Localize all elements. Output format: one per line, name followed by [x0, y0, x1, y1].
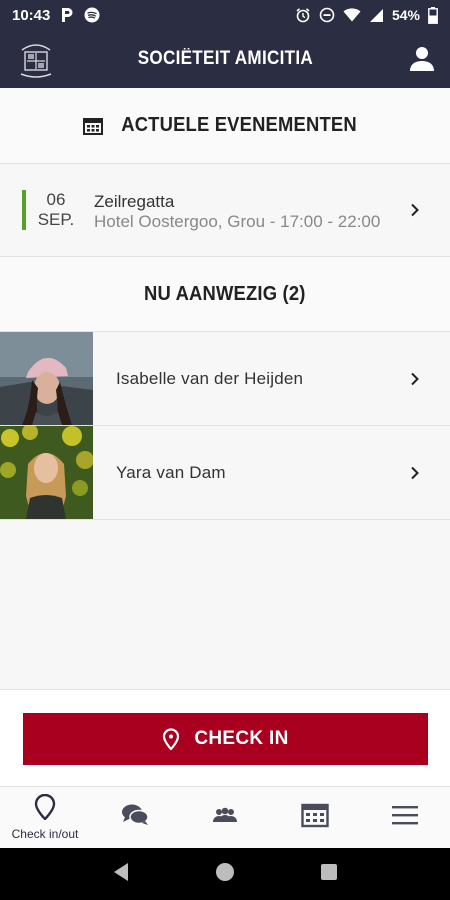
battery-icon	[428, 6, 438, 24]
person-item[interactable]: Yara van Dam	[0, 426, 450, 520]
person-name: Isabelle van der Heijden	[116, 369, 304, 388]
event-accent-bar	[22, 190, 26, 230]
members-icon	[211, 806, 239, 829]
tab-menu[interactable]	[360, 787, 450, 848]
menu-icon	[391, 804, 419, 831]
tab-label: Check in/out	[11, 827, 79, 841]
event-date: 06 SEP.	[36, 190, 76, 230]
chevron-right-icon	[408, 372, 422, 386]
chat-icon	[121, 803, 149, 832]
recents-icon[interactable]	[320, 863, 338, 886]
event-title: Zeilregatta	[94, 192, 175, 211]
event-day: 06	[46, 190, 66, 209]
calendar-icon	[82, 117, 103, 135]
location-pin-icon	[162, 728, 180, 750]
home-icon[interactable]	[214, 861, 236, 888]
person-name: Yara van Dam	[116, 463, 226, 482]
check-in-button[interactable]: CHECK IN	[23, 713, 428, 765]
location-pin-icon	[34, 793, 56, 825]
event-subtitle: Hotel Oostergoo, Grou - 17:00 - 22:00	[94, 212, 381, 231]
app-bar: SOCIËTEIT AMICITIA	[0, 30, 450, 88]
logo-icon	[16, 38, 56, 80]
checkin-area: CHECK IN	[0, 689, 450, 786]
events-header-label: ACTUELE EVENEMENTEN	[121, 114, 357, 136]
system-nav-bar	[0, 848, 450, 900]
wifi-icon	[343, 8, 361, 22]
tab-chat[interactable]	[90, 787, 180, 848]
signal-icon	[369, 8, 384, 23]
person-item[interactable]: Isabelle van der Heijden	[0, 332, 450, 426]
spotify-icon	[84, 7, 100, 23]
tab-check-in-out[interactable]: Check in/out	[0, 787, 90, 848]
event-item[interactable]: 06 SEP. Zeilregatta Hotel Oostergoo, Gro…	[0, 164, 450, 256]
status-time: 10:43	[12, 6, 51, 24]
present-header-label: NU AANWEZIG (2)	[144, 282, 306, 305]
status-bar: 10:43 54%	[0, 0, 450, 30]
alarm-icon	[295, 7, 311, 23]
do-not-disturb-icon	[319, 7, 335, 23]
events-header: ACTUELE EVENEMENTEN	[0, 88, 450, 164]
person-avatar	[0, 426, 93, 519]
bottom-tab-bar: Check in/out	[0, 786, 450, 848]
profile-icon[interactable]	[408, 44, 436, 72]
present-header: NU AANWEZIG (2)	[0, 256, 450, 332]
chevron-right-icon	[408, 203, 422, 217]
check-in-label: CHECK IN	[194, 728, 289, 749]
battery-percentage: 54%	[391, 7, 420, 23]
tab-calendar[interactable]	[270, 787, 360, 848]
app-title: SOCIËTEIT AMICITIA	[137, 48, 313, 69]
person-avatar	[0, 332, 93, 425]
event-month: SEP.	[37, 210, 75, 229]
back-icon[interactable]	[112, 862, 130, 887]
tab-members[interactable]	[180, 787, 270, 848]
calendar-icon	[301, 802, 329, 833]
parking-icon	[60, 7, 74, 23]
chevron-right-icon	[408, 466, 422, 480]
